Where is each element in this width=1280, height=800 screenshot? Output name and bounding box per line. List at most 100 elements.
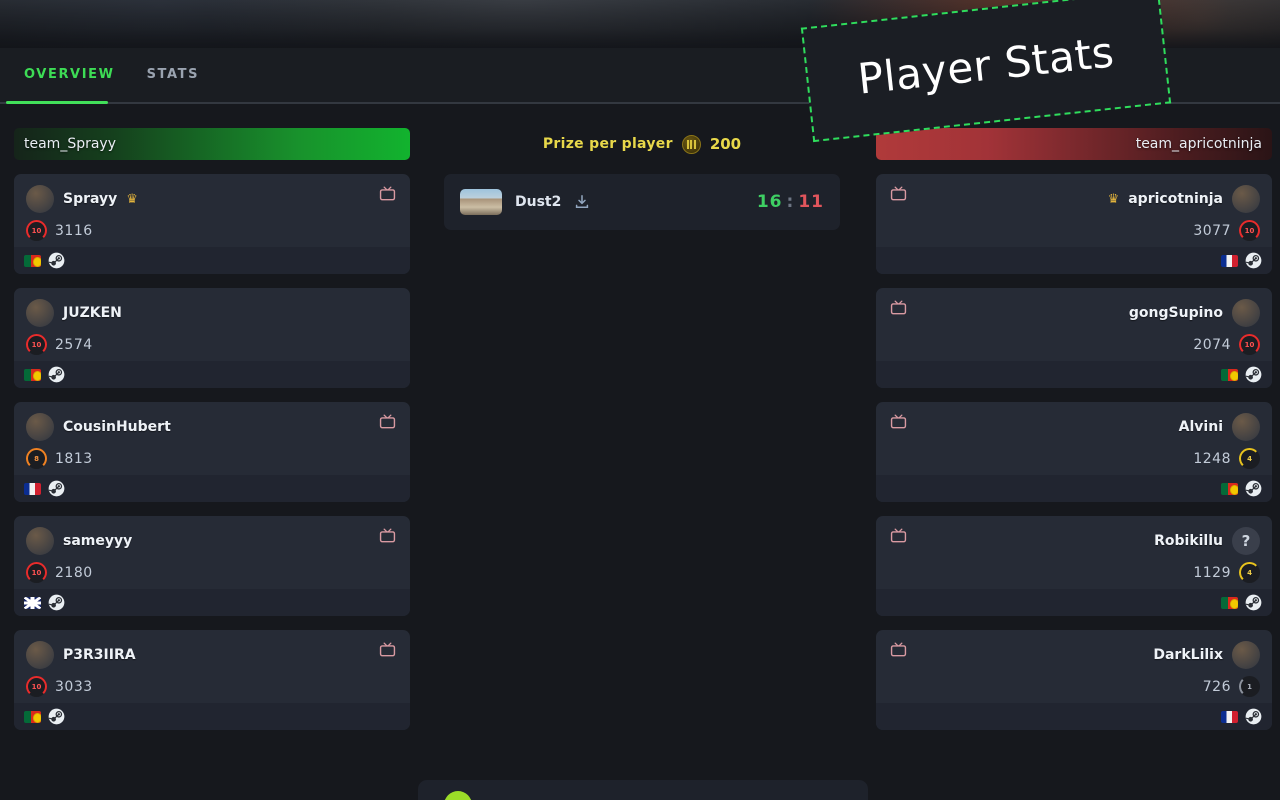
player-elo-row: 1 726: [888, 676, 1260, 697]
player-name[interactable]: CousinHubert: [63, 419, 171, 435]
steam-icon[interactable]: [1245, 594, 1262, 611]
skill-level-badge: 10: [26, 334, 47, 355]
player-name[interactable]: sameyyy: [63, 533, 132, 549]
steam-icon[interactable]: [1245, 708, 1262, 725]
country-flag-icon: [1221, 368, 1238, 381]
tv-icon[interactable]: [890, 414, 907, 429]
map-name: Dust2: [515, 194, 562, 210]
tv-icon[interactable]: [379, 414, 396, 429]
crown-icon: ♛: [126, 191, 138, 207]
team-name-left: team_Sprayy: [24, 136, 116, 152]
skill-level-badge: 4: [1239, 448, 1260, 469]
skill-level-badge: 10: [1239, 334, 1260, 355]
player-card[interactable]: gongSupino 10 2074: [876, 288, 1272, 388]
player-name[interactable]: apricotninja: [1128, 191, 1223, 207]
player-card[interactable]: DarkLilix 1 726: [876, 630, 1272, 730]
elo-value: 3033: [55, 678, 93, 695]
status-dot: [444, 791, 472, 800]
player-card-footer: [876, 703, 1272, 730]
steam-icon[interactable]: [48, 708, 65, 725]
player-card[interactable]: Sprayy ♛ 10 3116: [14, 174, 410, 274]
player-card-body: Alvini 4 1248: [876, 402, 1272, 475]
player-elo-row: 10 3116: [26, 220, 398, 241]
country-flag-icon: [1221, 710, 1238, 723]
prize-label: Prize per player: [542, 136, 673, 152]
steam-icon[interactable]: [48, 252, 65, 269]
player-elo-row: 4 1129: [888, 562, 1260, 583]
player-identity-row: gongSupino: [888, 298, 1260, 328]
skill-level-badge: 10: [1239, 220, 1260, 241]
player-name[interactable]: P3R3IIRA: [63, 647, 136, 663]
player-name[interactable]: JUZKEN: [63, 305, 122, 321]
avatar[interactable]: [26, 527, 54, 555]
steam-icon[interactable]: [1245, 252, 1262, 269]
match-score: 16:11: [757, 192, 824, 212]
download-icon[interactable]: [574, 194, 590, 210]
player-identity-row: Alvini: [888, 412, 1260, 442]
elo-value: 726: [1202, 678, 1231, 695]
right-team-column: team_apricotninja apricotninja ♛ 10 3077 gon…: [876, 128, 1272, 730]
avatar[interactable]: [26, 641, 54, 669]
country-flag-icon: [24, 368, 41, 381]
steam-icon[interactable]: [1245, 366, 1262, 383]
active-tab-underline: [6, 101, 108, 104]
player-card-body: sameyyy 10 2180: [14, 516, 410, 589]
tab-overview[interactable]: OVERVIEW: [8, 48, 131, 102]
player-card-body: DarkLilix 1 726: [876, 630, 1272, 703]
score-left: 16: [756, 192, 783, 212]
player-card[interactable]: ? Robikillu 4 1129: [876, 516, 1272, 616]
avatar[interactable]: [1232, 299, 1260, 327]
prize-value: 200: [709, 135, 742, 153]
tab-stats[interactable]: STATS: [131, 48, 216, 102]
player-card[interactable]: JUZKEN 10 2574: [14, 288, 410, 388]
team-name-right: team_apricotninja: [1135, 136, 1262, 152]
country-flag-icon: [24, 596, 41, 609]
player-card-body: gongSupino 10 2074: [876, 288, 1272, 361]
player-name[interactable]: Sprayy: [63, 191, 117, 207]
steam-icon[interactable]: [48, 594, 65, 611]
steam-icon[interactable]: [48, 366, 65, 383]
tv-icon[interactable]: [890, 642, 907, 657]
team-banner-left[interactable]: team_Sprayy: [14, 128, 410, 160]
player-card-footer: [876, 475, 1272, 502]
avatar[interactable]: [26, 299, 54, 327]
avatar[interactable]: [1232, 413, 1260, 441]
elo-value: 1813: [55, 450, 93, 467]
player-card-body: Sprayy ♛ 10 3116: [14, 174, 410, 247]
avatar[interactable]: [26, 185, 54, 213]
country-flag-icon: [1221, 482, 1238, 495]
player-name[interactable]: gongSupino: [1129, 305, 1223, 321]
tv-icon[interactable]: [890, 528, 907, 543]
avatar[interactable]: [1232, 641, 1260, 669]
tv-icon[interactable]: [890, 186, 907, 201]
steam-icon[interactable]: [1245, 480, 1262, 497]
player-identity-row: ? Robikillu: [888, 526, 1260, 556]
avatar[interactable]: ?: [1232, 527, 1260, 555]
tv-icon[interactable]: [890, 300, 907, 315]
elo-value: 3116: [55, 222, 93, 239]
elo-value: 2074: [1193, 336, 1231, 353]
player-identity-row: apricotninja ♛: [888, 184, 1260, 214]
skill-level-badge: 8: [26, 448, 47, 469]
country-flag-icon: [24, 254, 41, 267]
player-name[interactable]: DarkLilix: [1153, 647, 1223, 663]
team-banner-right[interactable]: team_apricotninja: [876, 128, 1272, 160]
tv-icon[interactable]: [379, 186, 396, 201]
player-card-footer: [14, 589, 410, 616]
bottom-partial-card[interactable]: [418, 780, 868, 800]
tv-icon[interactable]: [379, 642, 396, 657]
steam-icon[interactable]: [48, 480, 65, 497]
player-card[interactable]: apricotninja ♛ 10 3077: [876, 174, 1272, 274]
player-name[interactable]: Alvini: [1179, 419, 1223, 435]
avatar[interactable]: [26, 413, 54, 441]
player-card[interactable]: P3R3IIRA 10 3033: [14, 630, 410, 730]
tv-icon[interactable]: [379, 528, 396, 543]
match-map-row[interactable]: Dust2 16:11: [444, 174, 840, 230]
player-card[interactable]: Alvini 4 1248: [876, 402, 1272, 502]
player-card[interactable]: CousinHubert 8 1813: [14, 402, 410, 502]
country-flag-icon: [1221, 254, 1238, 267]
player-name[interactable]: Robikillu: [1154, 533, 1223, 549]
avatar[interactable]: [1232, 185, 1260, 213]
player-elo-row: 10 2574: [26, 334, 398, 355]
player-card[interactable]: sameyyy 10 2180: [14, 516, 410, 616]
